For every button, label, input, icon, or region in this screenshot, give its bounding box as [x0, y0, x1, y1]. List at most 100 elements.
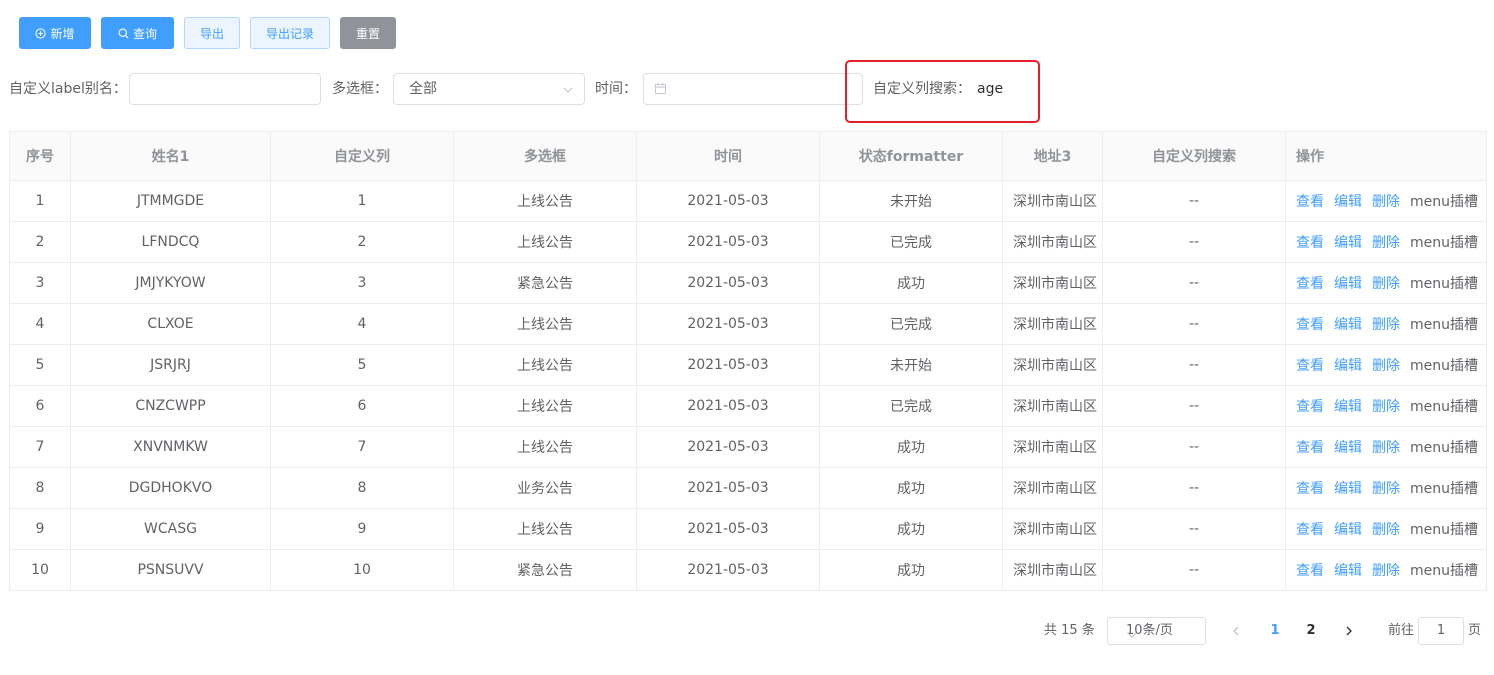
cell-address: 深圳市南山区 — [1002, 180, 1103, 222]
page-size-select[interactable]: 10条/页 — [1107, 617, 1206, 645]
cell-time: 2021-05-03 — [636, 467, 820, 509]
alias-input[interactable] — [129, 73, 321, 105]
multi-select[interactable]: 全部 — [393, 73, 585, 105]
cell-address: 深圳市南山区 — [1002, 549, 1103, 591]
header-index: 序号 — [9, 131, 71, 181]
cell-custom-search: -- — [1102, 262, 1286, 304]
reset-button-label: 重置 — [355, 26, 380, 41]
page-2-button[interactable]: 2 — [1296, 617, 1326, 645]
cell-select: 上线公告 — [453, 221, 637, 263]
cell-status: 成功 — [819, 467, 1003, 509]
edit-link[interactable]: 编辑 — [1334, 276, 1362, 292]
edit-link[interactable]: 编辑 — [1334, 358, 1362, 374]
edit-link[interactable]: 编辑 — [1334, 522, 1362, 538]
delete-link[interactable]: 删除 — [1372, 440, 1400, 456]
cell-custom-search: -- — [1102, 303, 1286, 345]
delete-link[interactable]: 删除 — [1372, 399, 1400, 415]
cell-time: 2021-05-03 — [636, 426, 820, 468]
header-status: 状态formatter — [819, 131, 1003, 181]
view-link[interactable]: 查看 — [1296, 399, 1324, 415]
data-table: 序号 姓名1 自定义列 多选框 时间 状态formatter 地址3 自定义列搜… — [9, 131, 1487, 591]
header-custom-search: 自定义列搜索 — [1102, 131, 1286, 181]
cell-time: 2021-05-03 — [636, 180, 820, 222]
query-button-label: 查询 — [132, 26, 157, 41]
time-picker[interactable] — [643, 73, 863, 105]
toolbar: 新增 查询 导出 导出记录 重置 — [19, 17, 406, 49]
select-label: 多选框： — [332, 81, 388, 97]
view-link[interactable]: 查看 — [1296, 276, 1324, 292]
export-records-button[interactable]: 导出记录 — [250, 17, 330, 49]
goto-page-input[interactable]: 1 — [1418, 617, 1464, 645]
menu-slot: menu插槽 — [1410, 522, 1478, 538]
cell-actions: 查看 编辑 删除 menu插槽 — [1285, 508, 1487, 550]
cell-custom-search: -- — [1102, 426, 1286, 468]
export-button[interactable]: 导出 — [184, 17, 240, 49]
page-1-button[interactable]: 1 — [1260, 617, 1290, 645]
edit-link[interactable]: 编辑 — [1334, 440, 1362, 456]
cell-actions: 查看 编辑 删除 menu插槽 — [1285, 262, 1487, 304]
header-select: 多选框 — [453, 131, 637, 181]
next-page-button[interactable] — [1340, 617, 1358, 645]
cell-status: 未开始 — [819, 180, 1003, 222]
delete-link[interactable]: 删除 — [1372, 194, 1400, 210]
prev-page-button[interactable] — [1227, 617, 1245, 645]
cell-name: JTMMGDE — [70, 180, 271, 222]
edit-link[interactable]: 编辑 — [1334, 235, 1362, 251]
delete-link[interactable]: 删除 — [1372, 276, 1400, 292]
cell-time: 2021-05-03 — [636, 508, 820, 550]
cell-actions: 查看 编辑 删除 menu插槽 — [1285, 303, 1487, 345]
cell-custom-column: 3 — [270, 262, 454, 304]
cell-name: WCASG — [70, 508, 271, 550]
edit-link[interactable]: 编辑 — [1334, 481, 1362, 497]
cell-address: 深圳市南山区 — [1002, 508, 1103, 550]
cell-address: 深圳市南山区 — [1002, 385, 1103, 427]
cell-time: 2021-05-03 — [636, 221, 820, 263]
view-link[interactable]: 查看 — [1296, 194, 1324, 210]
search-icon — [118, 28, 129, 39]
cell-custom-column: 1 — [270, 180, 454, 222]
menu-slot: menu插槽 — [1410, 399, 1478, 415]
cell-custom-column: 7 — [270, 426, 454, 468]
view-link[interactable]: 查看 — [1296, 317, 1324, 333]
edit-link[interactable]: 编辑 — [1334, 399, 1362, 415]
view-link[interactable]: 查看 — [1296, 358, 1324, 374]
delete-link[interactable]: 删除 — [1372, 235, 1400, 251]
delete-link[interactable]: 删除 — [1372, 522, 1400, 538]
table-row: 5 JSRJRJ 5 上线公告 2021-05-03 未开始 深圳市南山区 -- 查看 编辑 删除 m… — [9, 344, 1487, 386]
time-label: 时间： — [595, 81, 637, 97]
cell-actions: 查看 编辑 删除 menu插槽 — [1285, 467, 1487, 509]
query-button[interactable]: 查询 — [101, 17, 174, 49]
delete-link[interactable]: 删除 — [1372, 481, 1400, 497]
reset-button[interactable]: 重置 — [340, 17, 396, 49]
cell-status: 成功 — [819, 426, 1003, 468]
cell-index: 1 — [9, 180, 71, 222]
menu-slot: menu插槽 — [1410, 358, 1478, 374]
cell-status: 未开始 — [819, 344, 1003, 386]
cell-actions: 查看 编辑 删除 menu插槽 — [1285, 549, 1487, 591]
cell-custom-column: 2 — [270, 221, 454, 263]
delete-link[interactable]: 删除 — [1372, 358, 1400, 374]
edit-link[interactable]: 编辑 — [1334, 563, 1362, 579]
circle-plus-icon — [35, 27, 47, 39]
view-link[interactable]: 查看 — [1296, 235, 1324, 251]
delete-link[interactable]: 删除 — [1372, 563, 1400, 579]
edit-link[interactable]: 编辑 — [1334, 317, 1362, 333]
view-link[interactable]: 查看 — [1296, 481, 1324, 497]
cell-name: JSRJRJ — [70, 344, 271, 386]
cell-name: XNVNMKW — [70, 426, 271, 468]
cell-custom-column: 10 — [270, 549, 454, 591]
cell-custom-column: 4 — [270, 303, 454, 345]
cell-select: 紧急公告 — [453, 549, 637, 591]
cell-select: 业务公告 — [453, 467, 637, 509]
view-link[interactable]: 查看 — [1296, 440, 1324, 456]
delete-link[interactable]: 删除 — [1372, 317, 1400, 333]
chevron-left-icon — [1231, 625, 1241, 637]
view-link[interactable]: 查看 — [1296, 522, 1324, 538]
edit-link[interactable]: 编辑 — [1334, 194, 1362, 210]
cell-custom-column: 6 — [270, 385, 454, 427]
add-button[interactable]: 新增 — [19, 17, 91, 49]
pagination-total: 共 15 条 — [1044, 623, 1095, 638]
highlight-annotation-box — [845, 60, 1040, 123]
cell-actions: 查看 编辑 删除 menu插槽 — [1285, 180, 1487, 222]
view-link[interactable]: 查看 — [1296, 563, 1324, 579]
